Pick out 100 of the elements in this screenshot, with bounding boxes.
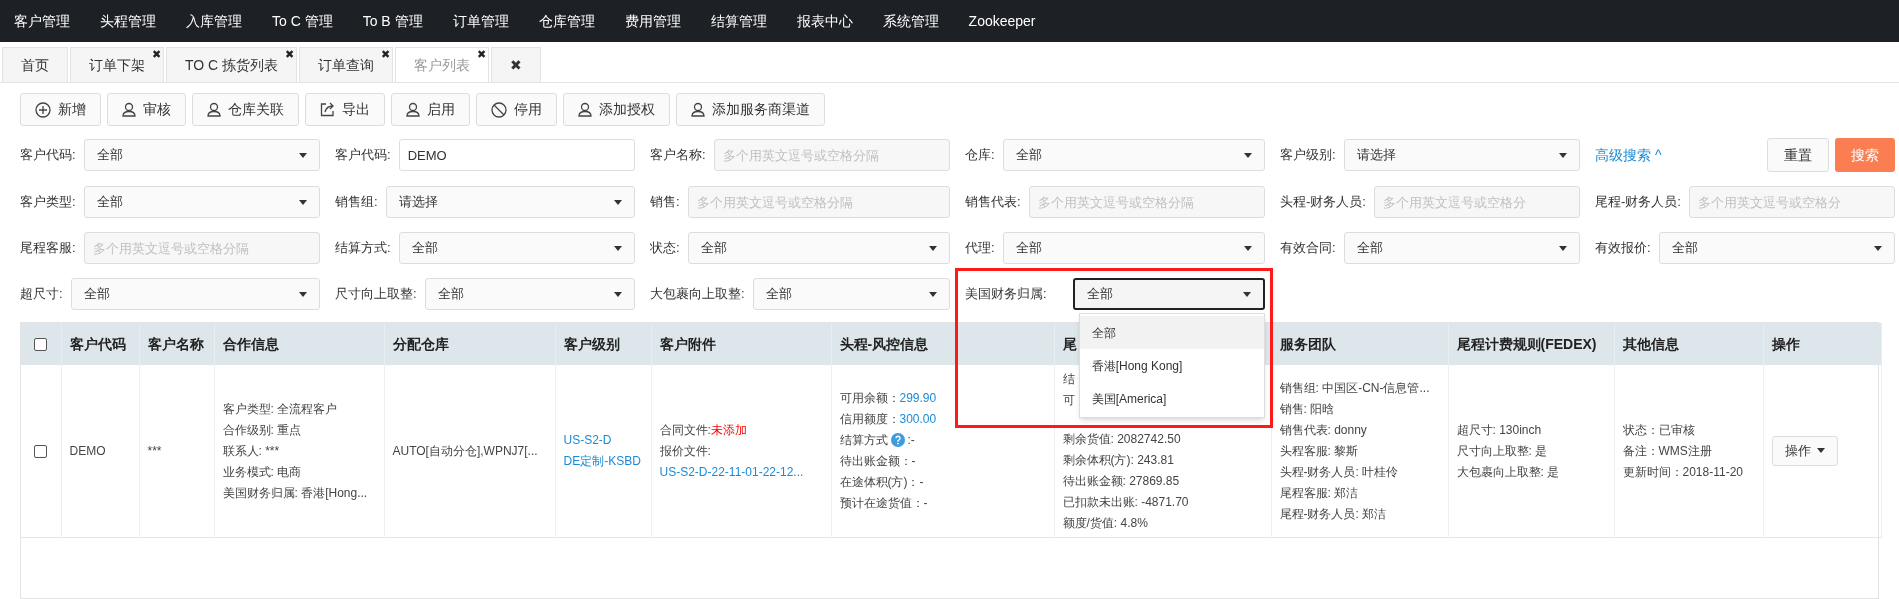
toolbar-button[interactable]: 添加授权 [563,93,670,126]
column-header: 尾程计费规则(FEDEX) [1448,323,1614,365]
close-icon[interactable]: ✖ [285,49,295,60]
advanced-search-link[interactable]: 高级搜索 ^ [1595,144,1662,166]
cell-text: 美国财务归属: 香港[Hong... [222,484,368,502]
reset-button[interactable]: 重置 [1767,138,1829,172]
filter-label: 客户类型: [20,193,76,212]
filter-label: 仓库: [965,146,995,165]
filter-label: 超尺寸: [20,285,63,304]
toolbar-button[interactable]: 停用 [476,93,557,126]
filter-label: 销售代表: [965,193,1021,212]
select-field[interactable]: 全部 [752,278,950,310]
cell-text: 已扣款未出账: -4871.70 [1062,493,1189,511]
cell-label: 合同文件: [659,421,711,439]
nav-link[interactable]: Zookeeper [968,10,1036,32]
toolbar-button[interactable]: 仓库关联 [192,93,299,126]
filter-label: 头程-财务人员: [1280,193,1366,212]
action-menu-button[interactable]: 操作 [1771,435,1838,466]
cell-text: 剩余体积(方): 243.81 [1062,451,1174,469]
column-header: 头程-风控信息 [831,323,1054,365]
dropdown-option[interactable]: 香港[Hong Kong] [1079,349,1264,382]
filter-label: 客户名称: [650,146,706,165]
close-icon[interactable]: ✖ [381,49,391,60]
filter-label: 客户代码: [20,146,76,165]
cell-text: 尾程-财务人员: 郑洁 [1279,505,1387,523]
tab[interactable]: ✖ [491,47,542,82]
cell-label: 结算方式 [839,432,888,450]
nav-link[interactable]: 仓库管理 [538,10,595,32]
nav-link[interactable]: To B 管理 [362,10,423,32]
caret-icon [1559,152,1567,158]
cell-text: 合作级别: 重点 [222,421,302,439]
filter-label: 有效报价: [1595,239,1651,258]
cell-value: 299.90 [899,390,937,408]
tab[interactable]: 客户列表 ✖ [395,47,490,82]
select-field[interactable]: 全部 [1002,232,1265,264]
cell-text: 联系人: *** [222,442,280,460]
select-field[interactable]: 全部 [424,278,635,310]
filter-label: 客户代码: [335,146,391,165]
plus-circle-icon [35,101,51,118]
cell-text: 尾程客服: 郑洁 [1279,484,1359,502]
toolbar-button[interactable]: 导出 [305,93,385,126]
user-icon [578,102,592,117]
tab[interactable]: 订单下架 ✖ [70,47,164,82]
cell-text: 尺寸向上取整: 是 [1456,442,1548,460]
tab[interactable]: TO C 拣货列表 ✖ [166,47,298,82]
cell-value: 300.00 [899,411,937,429]
cell-text: 客户类型: 全流程客户 [222,400,338,418]
select-field[interactable]: 全部 [1002,139,1265,171]
checkbox[interactable] [34,338,48,352]
select-field[interactable]: 全部 [70,278,320,310]
nav-link[interactable]: 客户管理 [14,10,70,32]
cell-text: 结 [1062,370,1075,388]
filter-label: 尾程客服: [20,239,76,258]
toolbar-button[interactable]: 审核 [107,93,186,126]
toolbar-button[interactable]: 启用 [391,93,470,126]
caret-icon [299,152,307,158]
select-field[interactable]: 全部 [687,232,950,264]
caret-icon [614,245,622,251]
select-field[interactable]: 全部 [1343,232,1580,264]
select-field[interactable]: 全部 [83,186,320,218]
nav-link[interactable]: 报表中心 [796,10,853,32]
cell-link[interactable]: US-S2-D-22-11-01-22-12... [659,462,804,481]
close-icon[interactable]: ✖ [477,49,487,60]
user-icon [406,102,420,117]
dropdown-option[interactable]: 全部 [1079,316,1264,349]
filter-label: 大包裹向上取整: [650,285,745,304]
select-field[interactable]: 全部 [1072,278,1265,310]
select-field[interactable]: 全部 [1658,232,1895,264]
nav-link[interactable]: 结算管理 [710,10,767,32]
column-header: 分配仓库 [384,323,555,365]
filter-label: 代理: [965,239,995,258]
export-icon [320,102,335,117]
filter-label: 客户级别: [1280,146,1336,165]
dropdown-option[interactable]: 美国[America] [1079,382,1264,415]
nav-link[interactable]: 入库管理 [186,10,242,32]
select-field[interactable]: 全部 [83,139,320,171]
tab[interactable]: 订单查询 ✖ [299,47,394,82]
caret-icon [929,245,937,251]
select-field[interactable]: 请选择 [385,186,635,218]
filter-label: 状态: [650,239,680,258]
nav-link[interactable]: 头程管理 [100,10,156,32]
caret-icon [1816,448,1825,454]
filter-label: 结算方式: [335,239,391,258]
text-field[interactable]: DEMO [398,139,635,171]
select-field[interactable]: 请选择 [1343,139,1580,171]
cell-link[interactable]: DE定制-KSBD [563,452,641,471]
nav-link[interactable]: 系统管理 [882,10,939,32]
tab[interactable]: 首页 [2,47,68,82]
close-icon[interactable]: ✖ [152,49,161,60]
filter-label: 尾程-财务人员: [1595,193,1681,212]
toolbar-button[interactable]: 新增 [20,93,101,126]
nav-link[interactable]: To C 管理 [272,10,333,32]
cell-value: 未添加 [710,421,747,439]
caret-icon [614,291,622,297]
nav-link[interactable]: 费用管理 [624,10,681,32]
checkbox[interactable] [34,445,48,458]
cell-link[interactable]: US-S2-D [563,431,612,450]
select-field[interactable]: 全部 [398,232,635,264]
nav-link[interactable]: 订单管理 [452,10,509,32]
toolbar-button[interactable]: 添加服务商渠道 [676,93,825,126]
